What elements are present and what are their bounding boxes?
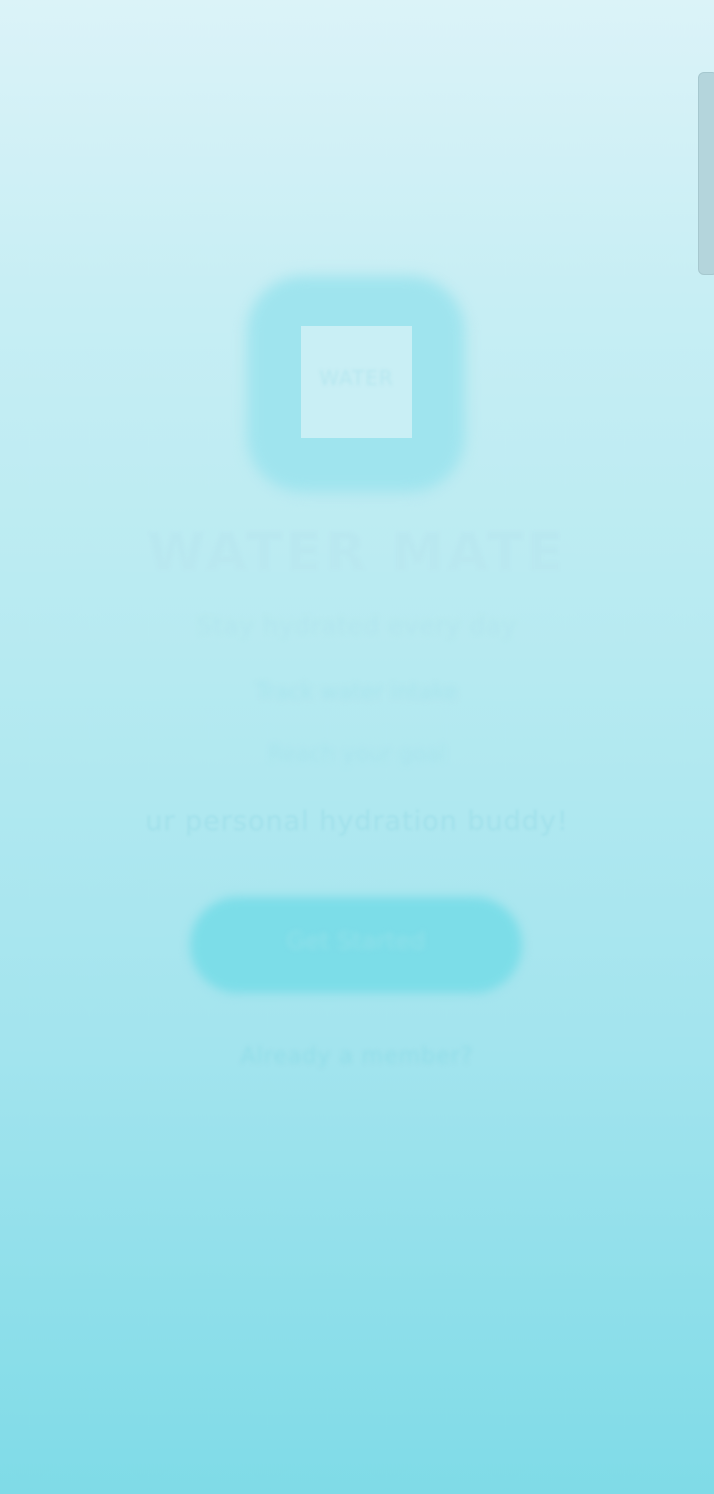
feature-line-goal: Reach your goal (268, 742, 446, 767)
welcome-screen: WATER WATER MATE Stay hydrated every day… (0, 0, 714, 1494)
logo-text: WATER (319, 366, 394, 390)
feature-line-track: Track water intake (256, 680, 458, 705)
water-drop-logo-icon: WATER (301, 326, 412, 438)
subtitle: ur personal hydration buddy! (145, 806, 569, 837)
scrollbar-thumb[interactable] (698, 72, 714, 275)
tagline: Stay hydrated every day (196, 612, 518, 640)
app-title: WATER MATE (147, 523, 567, 583)
login-link[interactable]: Already a member? (0, 1044, 714, 1069)
get-started-label[interactable]: Get Started (190, 927, 522, 955)
